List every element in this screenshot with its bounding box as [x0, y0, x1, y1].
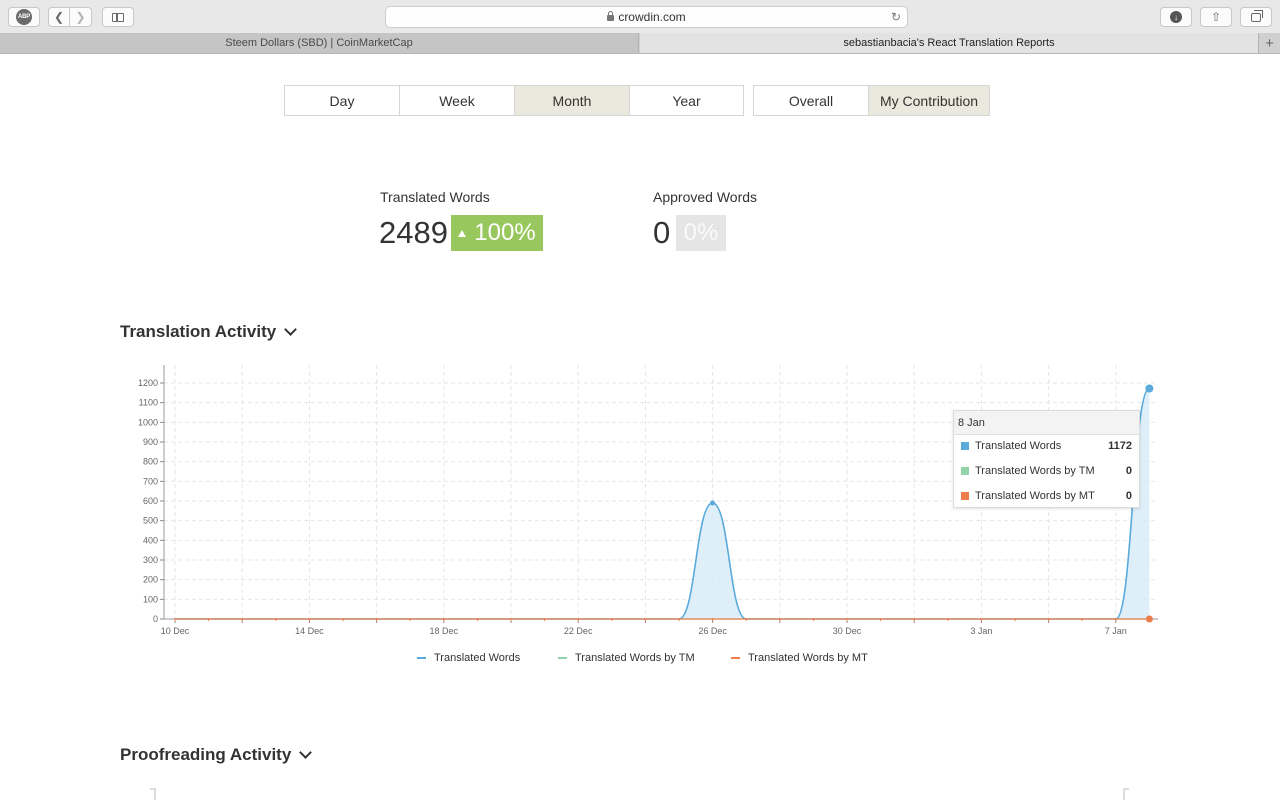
legend-item-translated[interactable]: Translated Words: [417, 652, 520, 664]
tooltip-row-value: 0: [1125, 465, 1132, 477]
x-tick-label: 10 Dec: [161, 626, 190, 636]
legend-swatch: [558, 657, 567, 659]
y-tick-label: 700: [143, 476, 158, 486]
tooltip-row-tm: Translated Words by TM 0: [961, 464, 1132, 478]
x-tick-label: 14 Dec: [295, 626, 324, 636]
legend-swatch: [731, 657, 740, 659]
legend-item-tm[interactable]: Translated Words by TM: [558, 652, 695, 664]
tooltip-row-value: 0: [1125, 490, 1132, 502]
legend-swatch: [417, 657, 426, 659]
y-tick-label: 100: [143, 594, 158, 604]
chart-tooltip: 8 Jan Translated Words 1172 Translated W…: [953, 410, 1140, 508]
tooltip-row-name: Translated Words by TM: [975, 465, 1095, 477]
x-tick-label: 30 Dec: [833, 626, 862, 636]
swatch-mt: [961, 492, 969, 500]
y-tick-label: 200: [143, 575, 158, 585]
tooltip-row-mt: Translated Words by MT 0: [961, 489, 1132, 503]
legend-item-mt[interactable]: Translated Words by MT: [731, 652, 868, 664]
series-translated-point: [1145, 384, 1154, 393]
chevron-down-icon: [299, 745, 313, 759]
y-tick-label: 300: [143, 555, 158, 565]
legend-label: Translated Words: [434, 652, 521, 664]
y-tick-label: 1100: [139, 398, 158, 408]
y-tick-label: 1200: [138, 378, 158, 388]
proofreading-activity-heading[interactable]: Proofreading Activity: [120, 745, 313, 765]
tooltip-row-value: 1172: [1108, 440, 1132, 452]
y-tick-label: 500: [143, 516, 158, 526]
tooltip-date: 8 Jan: [954, 411, 1139, 435]
y-tick-label: 600: [143, 496, 158, 506]
y-tick-label: 400: [143, 535, 158, 545]
tooltip-row-name: Translated Words by MT: [975, 490, 1095, 502]
x-tick-label: 26 Dec: [698, 626, 727, 636]
x-tick-label: 3 Jan: [970, 626, 992, 636]
tooltip-row-name: Translated Words: [975, 440, 1062, 452]
y-tick-label: 0: [153, 614, 158, 624]
x-tick-label: 22 Dec: [564, 626, 593, 636]
tooltip-row-translated: Translated Words 1172: [961, 439, 1132, 453]
y-tick-label: 800: [143, 457, 158, 467]
swatch-translated: [961, 442, 969, 450]
proofreading-activity-title: Proofreading Activity: [120, 745, 292, 764]
swatch-tm: [961, 467, 969, 475]
translation-activity-chart: 0 100 200 300 400 500 600 700 800 900 1000 1100 1200…: [138, 365, 1158, 636]
x-tick-label: 7 Jan: [1105, 626, 1127, 636]
x-tick-label: 18 Dec: [430, 626, 459, 636]
y-tick-label: 1000: [138, 417, 158, 427]
y-tick-label: 900: [143, 437, 158, 447]
legend-label: Translated Words by MT: [748, 652, 868, 664]
series-mt-point-highlight: [1145, 615, 1153, 623]
series-translated-point: [710, 500, 716, 506]
legend-label: Translated Words by TM: [575, 652, 695, 664]
